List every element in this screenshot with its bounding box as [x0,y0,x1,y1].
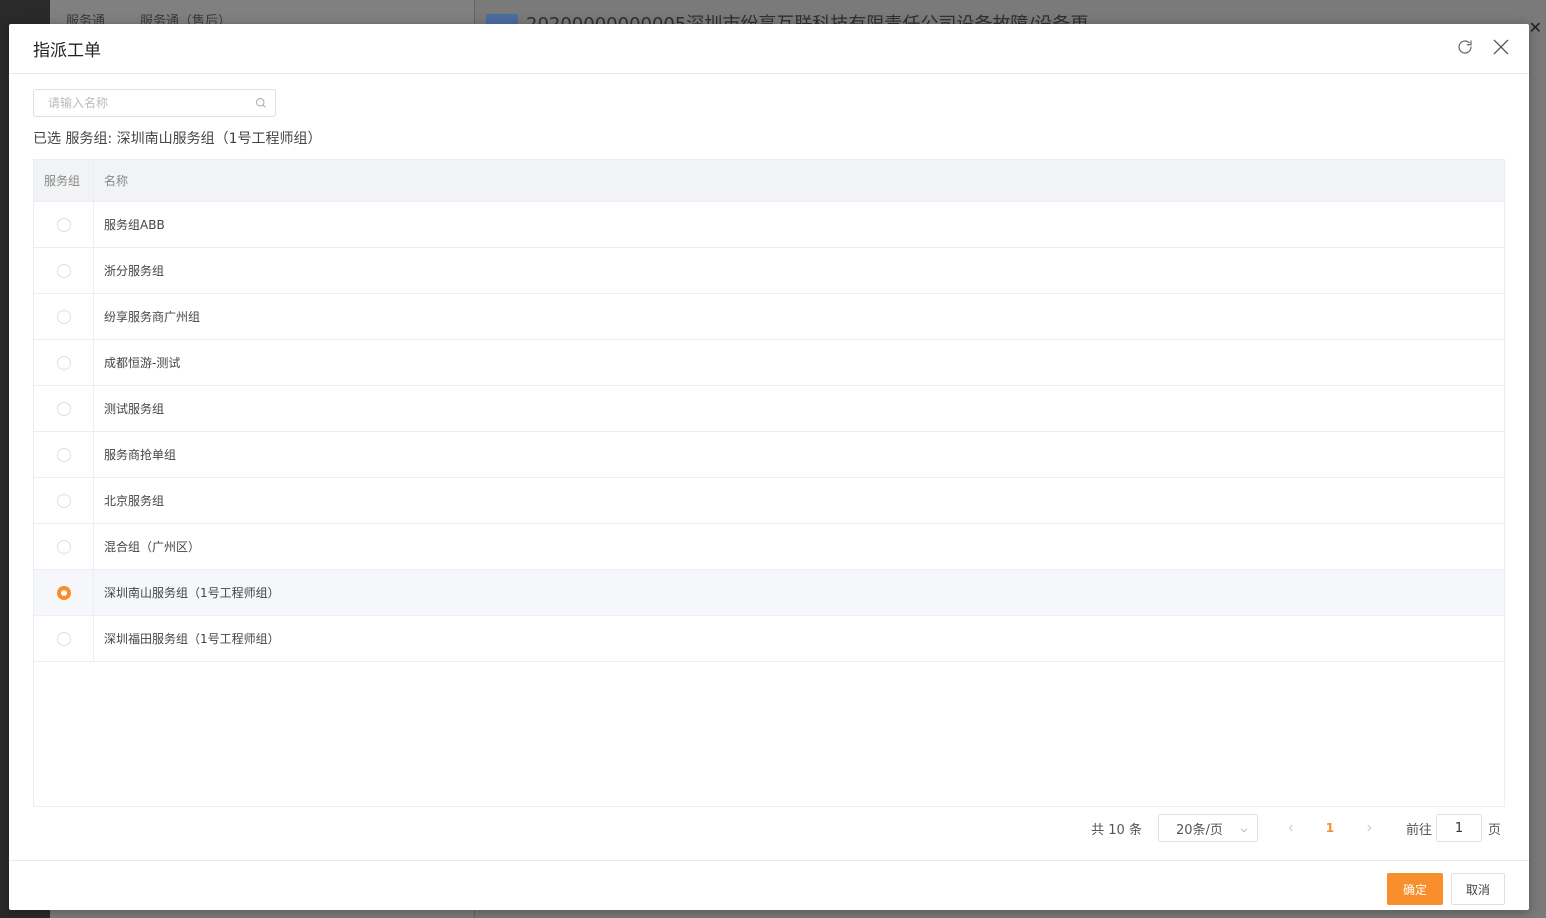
row-name: 纷享服务商广州组 [104,310,201,324]
table-row[interactable]: 服务商抢单组 [34,432,1504,478]
assign-dialog: 指派工单 已选 服务组: 深圳南山服务组（1号工程师组） 服务组 [9,24,1529,910]
selected-value: 深圳南山服务组（1号工程师组） [116,131,322,147]
search-box [33,89,276,117]
table-row[interactable]: 浙分服务组 [34,248,1504,294]
row-radio-cell [34,386,94,431]
row-radio-cell [34,616,94,661]
pagination: 共 10 条 20条/页 1 前往 页 [1091,814,1501,842]
row-name: 服务商抢单组 [104,448,177,462]
page-size-value: 20条/页 [1175,822,1223,838]
row-name: 成都恒游-测试 [104,356,181,370]
row-name: 服务组ABB [104,218,165,232]
table-row[interactable]: 服务组ABB [34,202,1504,248]
bg-topbar: 服务通 服务通（售后） [50,0,474,29]
row-name: 深圳福田服务组（1号工程师组） [104,632,280,646]
bg-close-icon: ✕ [1528,18,1542,37]
refresh-icon[interactable] [1453,35,1477,59]
row-radio[interactable] [56,401,71,416]
dialog-header: 指派工单 [9,24,1529,74]
column-header-group: 服务组 [34,160,94,201]
row-name: 北京服务组 [104,494,165,508]
row-radio-cell [34,478,94,523]
table-row[interactable]: 北京服务组 [34,478,1504,524]
row-radio[interactable] [56,447,71,462]
goto-page-input[interactable] [1435,814,1482,842]
table-row[interactable]: 成都恒游-测试 [34,340,1504,386]
table-body: 服务组ABB 浙分服务组纷享服务商广州组 成都恒游-测试 测试服务组服务商抢单组 北京服… [34,202,1504,662]
table-row[interactable]: 纷享服务商广州组 [34,294,1504,340]
table-row[interactable]: 测试服务组 [34,386,1504,432]
column-header-name: 名称 [104,174,129,188]
selected-summary: 已选 服务组: 深圳南山服务组（1号工程师组） [33,128,322,148]
dialog-title: 指派工单 [33,41,101,61]
row-radio-cell [34,340,94,385]
row-radio-cell [34,248,94,293]
row-radio[interactable] [56,217,71,232]
row-name: 浙分服务组 [104,264,165,278]
row-radio-cell [34,202,94,247]
next-page-button[interactable] [1354,822,1384,834]
close-icon[interactable] [1489,35,1513,59]
page-number-current[interactable]: 1 [1306,821,1354,835]
row-radio[interactable] [56,355,71,370]
total-count: 共 10 条 [1091,822,1142,838]
table-row[interactable]: 深圳南山服务组（1号工程师组） [34,570,1504,616]
row-radio[interactable] [56,263,71,278]
table-row[interactable]: 深圳福田服务组（1号工程师组） [34,616,1504,662]
row-radio-cell [34,570,94,615]
dialog-footer: 确定 取消 [9,860,1529,910]
page-unit-label: 页 [1487,822,1501,838]
row-name: 测试服务组 [104,402,165,416]
page-size-select[interactable]: 20条/页 [1157,814,1258,842]
row-radio-cell [34,524,94,569]
row-name: 深圳南山服务组（1号工程师组） [104,586,280,600]
prev-page-button[interactable] [1276,822,1306,834]
row-radio-cell [34,432,94,477]
row-radio[interactable] [56,539,71,554]
group-table: 服务组 名称 服务组ABB 浙分服务组 纷享服务商广州组 成都恒游-测试 测试服务组 服务… [33,159,1505,807]
row-radio-cell [34,294,94,339]
cancel-button[interactable]: 取消 [1451,873,1505,905]
row-radio[interactable] [56,585,71,600]
row-radio[interactable] [56,631,71,646]
table-header: 服务组 名称 [34,160,1504,202]
row-name: 混合组（广州区） [104,540,201,554]
row-radio[interactable] [56,309,71,324]
chevron-down-icon [1239,824,1249,839]
goto-label: 前往 [1405,822,1432,838]
table-row[interactable]: 混合组（广州区） [34,524,1504,570]
search-input[interactable] [34,90,244,116]
selected-prefix: 已选 服务组: [33,131,113,147]
confirm-button[interactable]: 确定 [1387,873,1443,905]
search-icon[interactable] [255,97,267,113]
row-radio[interactable] [56,493,71,508]
